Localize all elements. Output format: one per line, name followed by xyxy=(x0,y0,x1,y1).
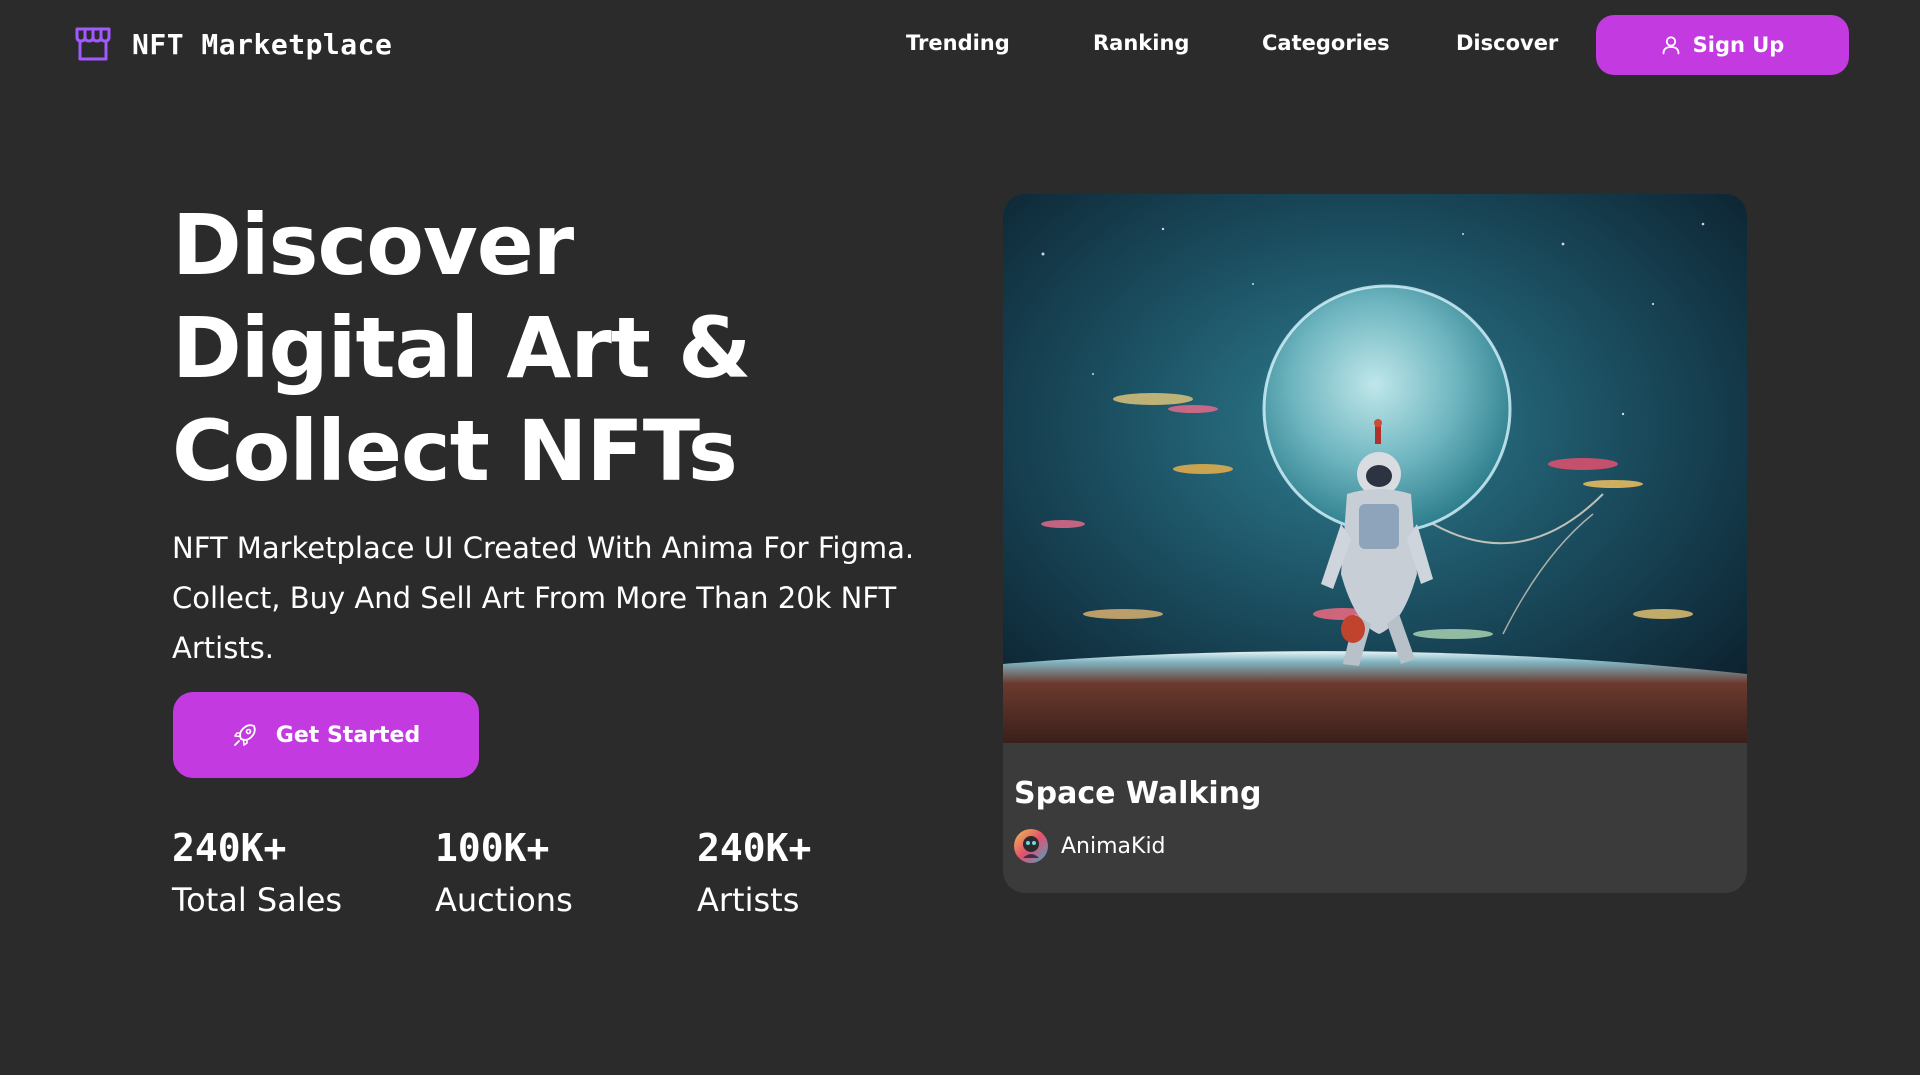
hero-title-line: Collect NFTs xyxy=(172,402,738,500)
brand-name: NFT Marketplace xyxy=(132,27,393,61)
nft-artwork-image xyxy=(1003,194,1747,743)
artist-name: AnimaKid xyxy=(1061,833,1166,859)
brand-logo-link[interactable]: NFT Marketplace xyxy=(74,26,392,62)
sign-up-button[interactable]: Sign Up xyxy=(1596,15,1849,75)
nav-link-categories[interactable]: Categories xyxy=(1262,31,1390,55)
hero-title-line: Digital Art & xyxy=(172,299,751,397)
stat-auctions: 100K+ Auctions xyxy=(435,826,573,920)
stat-total-sales: 240K+ Total Sales xyxy=(172,826,342,920)
stat-label: Artists xyxy=(697,881,800,919)
top-navbar: NFT Marketplace Trending Ranking Categor… xyxy=(0,0,1920,90)
nft-title: Space Walking xyxy=(1014,776,1262,811)
stat-label: Total Sales xyxy=(172,881,343,919)
storefront-icon xyxy=(75,27,111,61)
sign-up-label: Sign Up xyxy=(1692,33,1785,57)
hero-subtitle: NFT Marketplace UI Created With Anima Fo… xyxy=(172,531,915,665)
nft-artist-link[interactable]: AnimaKid xyxy=(1013,828,1166,864)
nav-link-trending[interactable]: Trending xyxy=(906,31,1010,55)
nav-link-discover[interactable]: Discover xyxy=(1456,31,1558,55)
stat-value: 100K+ xyxy=(435,826,550,870)
user-icon xyxy=(1662,36,1680,55)
nav-link-ranking[interactable]: Ranking xyxy=(1093,31,1189,55)
get-started-button[interactable]: Get Started xyxy=(173,692,479,778)
hero-title-line: Discover xyxy=(172,196,574,294)
stat-artists: 240K+ Artists xyxy=(697,826,811,920)
rocket-icon xyxy=(233,724,256,746)
hero-title: Discover Digital Art & Collect NFTs xyxy=(172,194,872,503)
get-started-label: Get Started xyxy=(275,722,421,748)
stat-value: 240K+ xyxy=(697,826,812,870)
featured-nft-card[interactable]: Space Walking AnimaKid xyxy=(1003,194,1747,893)
stat-value: 240K+ xyxy=(172,826,287,870)
artist-avatar xyxy=(1014,829,1048,863)
stat-label: Auctions xyxy=(435,881,573,919)
